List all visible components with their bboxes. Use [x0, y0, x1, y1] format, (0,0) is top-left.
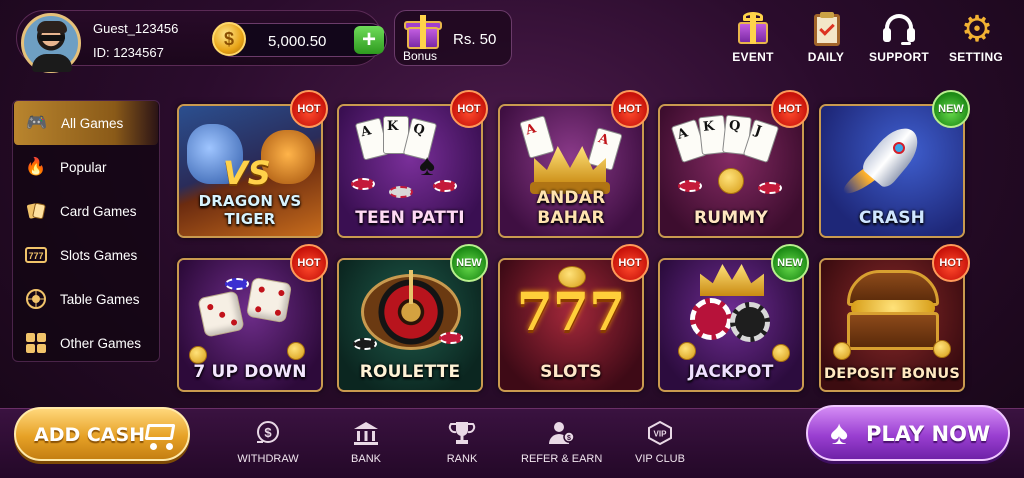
avatar-glasses	[39, 35, 65, 41]
username: Guest_123456	[93, 21, 179, 36]
balance-amount: 5,000.50	[268, 33, 327, 50]
top-nav-label: EVENT	[732, 50, 774, 64]
hot-badge: HOT	[611, 244, 649, 282]
bottom-nav-refer-earn[interactable]: $ REFER & EARN	[521, 420, 603, 465]
sidebar-item-slots-games[interactable]: 777 Slots Games	[13, 233, 159, 277]
cards-icon	[25, 200, 47, 222]
bonus-button[interactable]: Bonus Rs. 50	[394, 10, 512, 66]
top-nav-support[interactable]: SUPPORT	[867, 12, 931, 68]
bottom-nav-vip-club[interactable]: VIP VIP CLUB	[632, 420, 688, 465]
hot-badge: HOT	[932, 244, 970, 282]
top-nav-label: SUPPORT	[868, 50, 930, 64]
user-id: ID: 1234567	[93, 45, 164, 60]
refer-icon: $	[546, 420, 576, 446]
game-title: SLOTS	[540, 362, 602, 382]
add-balance-button[interactable]: +	[354, 26, 384, 54]
svg-text:777: 777	[28, 251, 43, 261]
game-title: DRAGON VS TIGER	[198, 192, 302, 228]
new-badge: NEW	[932, 90, 970, 128]
slot-777-icon: 777	[25, 244, 47, 266]
add-cash-label: ADD CASH	[34, 424, 146, 446]
game-title: ANDAR BAHAR	[536, 188, 606, 228]
sidebar-item-label: Table Games	[60, 291, 140, 307]
sidebar-item-card-games[interactable]: Card Games	[13, 189, 159, 233]
top-nav-setting[interactable]: ⚙ SETTING	[944, 8, 1008, 68]
vs-text: VS	[223, 154, 271, 192]
game-title: 7 UP DOWN	[193, 362, 307, 382]
avatar[interactable]	[21, 13, 81, 73]
hot-badge: HOT	[450, 90, 488, 128]
bottom-nav-label: REFER & EARN	[521, 453, 603, 465]
new-badge: NEW	[450, 244, 488, 282]
withdraw-icon: $	[253, 420, 283, 446]
game-title: JACKPOT	[688, 362, 774, 382]
bottom-nav-label: RANK	[446, 453, 478, 465]
bottom-nav-label: WITHDRAW	[237, 453, 299, 465]
sidebar-item-other-games[interactable]: Other Games	[13, 321, 159, 365]
sidebar-item-table-games[interactable]: Table Games	[13, 277, 159, 321]
top-nav-event[interactable]: EVENT	[721, 12, 785, 68]
sidebar-item-popular[interactable]: 🔥 Popular	[13, 145, 159, 189]
game-title: ROULETTE	[359, 362, 461, 382]
avatar-shirt	[32, 54, 72, 72]
bonus-label: Bonus	[403, 49, 438, 63]
grid-icon	[25, 332, 47, 354]
sidebar-item-all-games[interactable]: 🎮 All Games	[14, 101, 158, 145]
gear-icon: ⚙	[960, 8, 994, 49]
headset-icon	[879, 12, 919, 46]
slots-777-text: 777	[516, 282, 626, 343]
svg-text:VIP: VIP	[654, 430, 668, 439]
top-nav-label: SETTING	[948, 50, 1004, 64]
trophy-icon	[447, 420, 477, 446]
svg-text:$: $	[264, 425, 272, 440]
bonus-value: Rs. 50	[453, 31, 497, 48]
gamepad-icon: 🎮	[26, 113, 48, 132]
sidebar-item-label: Card Games	[60, 203, 137, 219]
profile-panel[interactable]: Guest_123456 ID: 1234567 $ 5,000.50 +	[16, 10, 387, 73]
bottom-nav-withdraw[interactable]: $ WITHDRAW	[236, 420, 300, 465]
gift-icon	[733, 12, 773, 46]
fire-icon: 🔥	[25, 157, 47, 176]
gift-icon	[403, 15, 443, 49]
sidebar-item-label: Popular	[60, 159, 107, 175]
avatar-hair	[37, 21, 67, 33]
sidebar-item-label: Slots Games	[60, 247, 138, 263]
new-badge: NEW	[771, 244, 809, 282]
play-now-button[interactable]: ♠ PLAY NOW	[806, 405, 1010, 461]
game-title: DEPOSIT BONUS	[823, 366, 960, 382]
roulette-icon	[25, 288, 47, 310]
hot-badge: HOT	[290, 244, 328, 282]
svg-text:$: $	[567, 435, 571, 442]
bottom-nav-rank[interactable]: RANK	[432, 420, 492, 465]
cart-icon	[140, 420, 180, 450]
play-now-label: PLAY NOW	[866, 422, 991, 446]
hot-badge: HOT	[290, 90, 328, 128]
coin-icon: $	[212, 22, 246, 56]
top-nav-label: DAILY	[807, 50, 845, 64]
game-title: TEEN PATTI	[355, 208, 465, 228]
bank-icon	[351, 420, 381, 446]
category-sidebar: 🎮 All Games 🔥 Popular Card Games 777 Slo…	[12, 100, 160, 362]
bottom-nav-bank[interactable]: BANK	[336, 420, 396, 465]
vip-icon: VIP	[645, 420, 675, 446]
game-title: CRASH	[858, 208, 926, 228]
sidebar-item-label: Other Games	[60, 335, 142, 351]
top-nav-daily[interactable]: DAILY	[794, 12, 858, 68]
clipboard-check-icon	[806, 12, 846, 46]
add-cash-button[interactable]: ADD CASH	[14, 407, 190, 461]
game-title: RUMMY	[693, 208, 769, 228]
hot-badge: HOT	[611, 90, 649, 128]
sidebar-item-label: All Games	[61, 115, 124, 131]
hot-badge: HOT	[771, 90, 809, 128]
spade-icon: ♠	[830, 414, 849, 452]
balance-display: $ 5,000.50 +	[212, 22, 387, 57]
bottom-nav-label: BANK	[351, 453, 381, 465]
bottom-nav-label: VIP CLUB	[635, 453, 685, 465]
